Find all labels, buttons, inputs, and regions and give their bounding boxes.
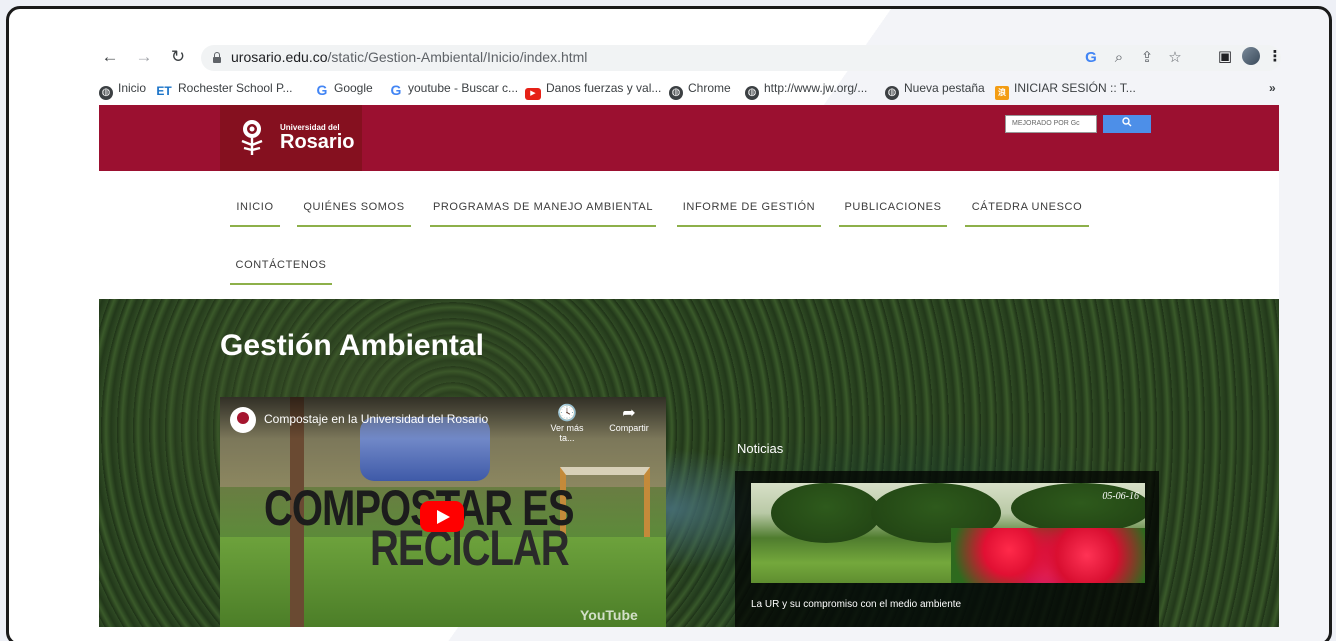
google-icon: G [390,82,402,98]
et-icon: ET [156,84,172,98]
bookmark-chrome[interactable]: ◍ Chrome [669,79,731,100]
menu-icon[interactable]: ⋮ [1265,47,1285,67]
flowers-image [951,528,1145,583]
rose-emblem-icon [241,120,263,155]
share-icon[interactable]: ⇪ [1137,48,1157,68]
youtube-icon: ▶ [525,88,541,100]
university-logo[interactable]: Universidad del Rosario [220,105,362,171]
bookmark-google[interactable]: G Google [315,79,373,97]
url-text: urosario.edu.co/static/Gestion-Ambiental… [231,49,588,65]
nav-contactenos[interactable]: CONTÁCTENOS [230,259,332,285]
nav-informe[interactable]: INFORME DE GESTIÓN [677,201,821,227]
nav-publicaciones[interactable]: PUBLICACIONES [839,201,947,227]
bookmark-star-icon[interactable]: ☆ [1165,48,1185,68]
youtube-logo[interactable]: YouTube [580,607,638,623]
bookmark-jw[interactable]: ◍ http://www.jw.org/... [745,79,867,100]
bookmark-danos[interactable]: ▶ Danos fuerzas y val... [525,79,661,100]
page-content: Universidad del Rosario MEJORADO POR Gc … [99,105,1279,627]
address-bar[interactable]: urosario.edu.co/static/Gestion-Ambiental… [201,45,1281,71]
clock-icon: 🕓 [557,405,577,422]
share-button[interactable]: ➦ Compartir [604,405,654,433]
news-image[interactable] [751,483,1145,583]
tree-image [771,483,881,543]
play-button[interactable] [420,501,464,532]
site-search-input[interactable]: MEJORADO POR Gc [1005,115,1097,133]
youtube-video-player[interactable]: COMPOSTAR ES RECICLAR Compostaje en la U… [220,397,666,627]
bookmark-youtube-search[interactable]: Gyoutube - Buscar c... [389,79,519,98]
avatar[interactable] [1241,47,1261,67]
globe-icon: ◍ [99,86,113,100]
main-navigation: INICIO QUIÉNES SOMOS PROGRAMAS DE MANEJO… [99,171,1279,299]
bookmarks-bar: ◍ Inicio ET Rochester School P... G Google … [93,77,1283,100]
bookmark-nueva-pestana[interactable]: ◍ Nueva pestaña [885,79,985,100]
toolbar: ← → ↻ urosario.edu.co/static/Gestion-Amb… [93,43,1283,73]
browser-window: ← → ↻ urosario.edu.co/static/Gestion-Amb… [93,39,1283,629]
nav-catedra-unesco[interactable]: CÁTEDRA UNESCO [965,201,1089,227]
search-icon [1122,117,1132,127]
globe-icon: ◍ [669,86,683,100]
globe-icon: ◍ [885,86,899,100]
google-icon: G [316,82,328,98]
side-panel-icon[interactable]: ▣ [1215,47,1235,67]
nav-programas[interactable]: PROGRAMAS DE MANEJO AMBIENTAL [430,201,656,227]
logo-title: Rosario [280,131,355,153]
watch-later-button[interactable]: 🕓 Ver más ta... [542,405,592,443]
screenshot-frame: ← → ↻ urosario.edu.co/static/Gestion-Amb… [6,6,1332,641]
share-arrow-icon: ➦ [622,405,636,422]
news-heading: Noticias [737,441,784,456]
lock-icon [213,52,221,63]
bookmarks-overflow-button[interactable]: » [1269,79,1276,97]
nav-quienes-somos[interactable]: QUIÉNES SOMOS [297,201,411,227]
channel-avatar[interactable] [230,407,256,433]
hero-section: Gestión Ambiental COMPOSTAR ES RECICLAR … [99,299,1279,627]
zoom-icon[interactable]: ⌕ [1109,48,1129,68]
sina-icon: 浪 [995,86,1009,100]
video-overlay-text-2: RECICLAR [370,521,570,576]
site-search-button[interactable] [1103,115,1151,133]
bookmark-inicio[interactable]: ◍ Inicio [99,79,146,100]
toolbar-right: ▣ ⋮ [1189,46,1283,68]
reload-button[interactable]: ↻ [167,46,189,68]
google-translate-icon[interactable]: G [1081,48,1101,68]
nav-inicio[interactable]: INICIO [230,201,280,227]
globe-icon: ◍ [745,86,759,100]
news-title[interactable]: La UR y su compromiso con el medio ambie… [751,599,961,610]
site-header: Universidad del Rosario MEJORADO POR Gc [99,105,1279,171]
news-date: 05-06-16 [1102,491,1139,502]
video-title[interactable]: Compostaje en la Universidad del Rosario [264,412,488,426]
page-title: Gestión Ambiental [220,329,484,362]
news-card[interactable]: 05-06-16 La UR y su compromiso con el me… [735,471,1159,627]
bookmark-iniciar-sesion[interactable]: 浪 INICIAR SESIÓN :: T... [995,79,1136,100]
back-button[interactable]: ← [99,46,121,68]
forward-button[interactable]: → [133,46,155,68]
bookmark-rochester[interactable]: ET Rochester School P... [155,79,292,98]
